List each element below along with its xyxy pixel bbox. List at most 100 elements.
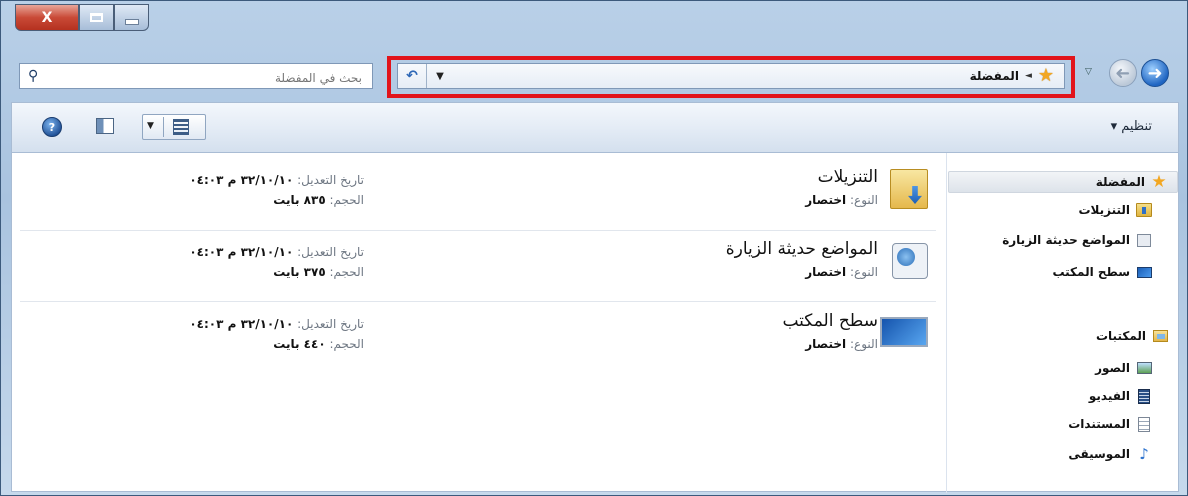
file-size-label: الحجم:: [329, 265, 364, 279]
recent-pages-dropdown[interactable]: ▽: [1085, 67, 1092, 77]
refresh-icon: ↶: [406, 68, 418, 84]
file-name: سطح المكتب: [782, 311, 878, 331]
nav-item-label: المواضع حديثة الزيارة: [1002, 233, 1130, 247]
address-history-dropdown[interactable]: ▼: [428, 64, 452, 88]
file-name: التنزيلات: [817, 167, 878, 187]
toolbar-divider: [163, 117, 164, 137]
desktop-icon: [1136, 266, 1152, 278]
file-item-recent-places[interactable]: المواضع حديثة الزيارة النوع: اختصار تاري…: [20, 231, 936, 301]
search-icon[interactable]: ⚲: [28, 68, 38, 84]
help-button[interactable]: ?: [42, 117, 62, 137]
file-date-label: تاريخ التعديل:: [297, 317, 364, 331]
file-date-value: ٣٢/١٠/١٠ م ٠٤:٠٣: [189, 245, 294, 259]
row-divider: [20, 301, 936, 302]
nav-item-label: المفضلة: [1095, 175, 1145, 189]
nav-item-desktop[interactable]: سطح المكتب: [1052, 261, 1178, 283]
forward-button[interactable]: ➜: [1109, 59, 1137, 87]
file-date-value: ٣٢/١٠/١٠ م ٠٤:٠٣: [189, 173, 294, 187]
desktop-icon: [880, 317, 928, 347]
file-size-value: ٣٧٥ بايت: [273, 265, 326, 279]
main-content: ★ المفضلة التنزيلات المواضع حديثة الزيار…: [11, 152, 1179, 493]
file-date-label: تاريخ التعديل:: [297, 245, 364, 259]
nav-item-pictures[interactable]: الصور: [1095, 357, 1178, 379]
file-date-value: ٣٢/١٠/١٠ م ٠٤:٠٣: [189, 317, 294, 331]
documents-icon: [1138, 416, 1150, 432]
star-icon: ★: [1151, 172, 1167, 192]
breadcrumb: ★ ◄ المفضلة: [970, 64, 1054, 88]
command-bar: تنظيم ▾ ? ▼: [11, 102, 1179, 152]
file-item-desktop[interactable]: سطح المكتب النوع: اختصار تاريخ التعديل: …: [20, 303, 936, 373]
maximize-button[interactable]: [79, 4, 114, 31]
close-button[interactable]: X: [15, 4, 79, 31]
nav-item-documents[interactable]: المستندات: [1068, 413, 1178, 435]
chevron-down-icon[interactable]: ▼: [147, 121, 154, 131]
recent-places-icon: [892, 243, 928, 279]
file-type-label: النوع:: [849, 193, 878, 207]
search-input[interactable]: [60, 69, 364, 87]
nav-item-label: سطح المكتب: [1052, 265, 1130, 279]
nav-item-libraries[interactable]: المكتبات: [1096, 325, 1178, 347]
preview-pane-toggle[interactable]: [96, 118, 114, 134]
pane-divider[interactable]: [946, 153, 947, 493]
navigation-pane: ★ المفضلة التنزيلات المواضع حديثة الزيار…: [948, 153, 1178, 493]
libraries-icon: [1152, 330, 1168, 342]
nav-item-downloads[interactable]: التنزيلات: [1078, 199, 1178, 221]
file-size-value: ٨٣٥ بايت: [273, 193, 326, 207]
nav-item-videos[interactable]: الفيديو: [1089, 385, 1178, 407]
breadcrumb-favorites[interactable]: المفضلة: [970, 69, 1019, 83]
organize-menu-button[interactable]: تنظيم ▾: [1111, 119, 1152, 134]
minimize-icon: [124, 18, 139, 25]
arrow-right-icon: ➜: [1147, 62, 1163, 84]
refresh-button[interactable]: ↶: [398, 64, 427, 88]
file-type-value: اختصار: [805, 337, 847, 351]
arrow-left-icon: ➜: [1115, 62, 1131, 84]
file-size: الحجم: ٨٣٥ بايت: [124, 193, 364, 207]
nav-item-recent-places[interactable]: المواضع حديثة الزيارة: [1002, 229, 1178, 251]
file-type: النوع: اختصار: [805, 337, 878, 351]
caption-buttons: X: [15, 4, 149, 31]
maximize-icon: [90, 13, 103, 22]
file-type: النوع: اختصار: [805, 193, 878, 207]
file-size: الحجم: ٤٤٠ بايت: [124, 337, 364, 351]
file-date-label: تاريخ التعديل:: [297, 173, 364, 187]
nav-item-label: المستندات: [1068, 417, 1130, 431]
minimize-button[interactable]: [114, 4, 149, 31]
file-size-value: ٤٤٠ بايت: [273, 337, 326, 351]
nav-item-music[interactable]: ♪ الموسيقى: [1068, 443, 1178, 465]
help-icon: ?: [48, 120, 56, 134]
nav-item-label: الصور: [1095, 361, 1130, 375]
nav-item-label: المكتبات: [1095, 329, 1146, 343]
nav-item-label: التنزيلات: [1078, 203, 1130, 217]
file-item-downloads[interactable]: التنزيلات النوع: اختصار تاريخ التعديل: ٣…: [20, 159, 936, 229]
file-type-value: اختصار: [805, 265, 847, 279]
close-icon: X: [41, 9, 53, 26]
music-icon: ♪: [1139, 445, 1149, 463]
recent-places-icon: [1137, 233, 1151, 247]
file-type: النوع: اختصار: [805, 265, 878, 279]
file-type-label: النوع:: [849, 337, 878, 351]
nav-item-label: الموسيقى: [1068, 447, 1130, 461]
file-name: المواضع حديثة الزيارة: [725, 239, 878, 259]
explorer-window: X ➜ ➜ ▽ ↶ ▼ ★ ◄ المفضلة ⚲ تنظ: [0, 0, 1188, 496]
back-button[interactable]: ➜: [1141, 59, 1169, 87]
file-date: تاريخ التعديل: ٣٢/١٠/١٠ م ٠٤:٠٣: [124, 245, 364, 259]
details-view-icon[interactable]: [173, 119, 189, 135]
pictures-icon: [1136, 362, 1152, 374]
search-box[interactable]: ⚲: [19, 63, 373, 89]
file-size-label: الحجم:: [329, 337, 364, 351]
star-icon: ★: [1037, 65, 1054, 86]
file-date: تاريخ التعديل: ٣٢/١٠/١٠ م ٠٤:٠٣: [124, 173, 364, 187]
file-size: الحجم: ٣٧٥ بايت: [124, 265, 364, 279]
address-bar[interactable]: ↶ ▼ ★ ◄ المفضلة: [397, 63, 1065, 89]
nav-item-favorites[interactable]: ★ المفضلة: [948, 171, 1178, 193]
chevron-down-icon: ▼: [436, 70, 444, 82]
file-type-label: النوع:: [849, 265, 878, 279]
videos-icon: [1138, 388, 1150, 404]
file-size-label: الحجم:: [329, 193, 364, 207]
downloads-folder-icon: [890, 169, 928, 209]
change-view-button[interactable]: ▼: [142, 114, 206, 140]
nav-item-label: الفيديو: [1088, 389, 1130, 403]
file-type-value: اختصار: [805, 193, 847, 207]
downloads-folder-icon: [1136, 203, 1152, 217]
breadcrumb-arrow-icon[interactable]: ◄: [1025, 71, 1032, 81]
